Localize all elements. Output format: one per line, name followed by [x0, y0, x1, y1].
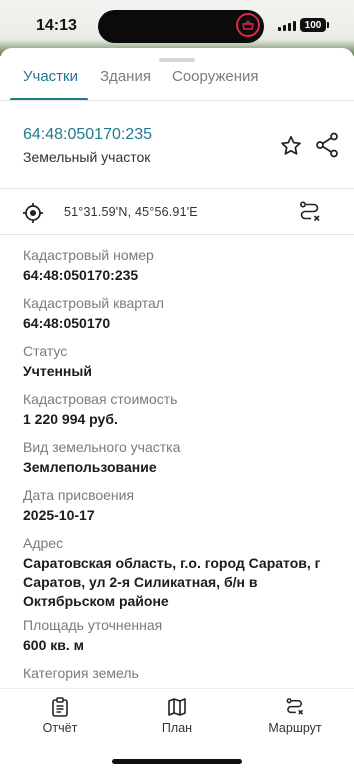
route-button-label: Маршрут [268, 721, 322, 735]
tab-structures[interactable]: Сооружения [172, 68, 259, 85]
favorite-star-icon[interactable] [279, 134, 303, 158]
field-value: Учтенный [23, 363, 92, 379]
sheet-drag-handle[interactable] [159, 58, 195, 62]
status-time: 14:13 [36, 17, 77, 34]
field-label: Кадастровый номер [23, 247, 154, 263]
locate-target-icon[interactable] [22, 202, 44, 224]
recording-indicator-icon [236, 13, 260, 37]
home-indicator [112, 759, 242, 764]
field-status: Статус Учтенный [23, 343, 335, 381]
route-icon [286, 698, 304, 715]
coordinates-divider [0, 234, 354, 235]
signal-icon [278, 21, 296, 31]
field-cadastral-value: Кадастровая стоимость 1 220 994 руб. [23, 391, 335, 429]
plan-button[interactable]: План [154, 697, 200, 735]
field-label: Адрес [23, 535, 64, 551]
field-assignment-date: Дата присвоения 2025-10-17 [23, 487, 335, 525]
bottom-action-bar: Отчёт План Маршрут [0, 688, 354, 768]
field-label: Кадастровый квартал [23, 295, 164, 311]
field-land-category: Категория земель [23, 665, 335, 684]
report-button-label: Отчёт [42, 721, 78, 735]
field-cadastral-number: Кадастровый номер 64:48:050170:235 [23, 247, 335, 285]
field-value: Землепользование [23, 459, 157, 475]
tab-buildings[interactable]: Здания [100, 68, 151, 85]
tabs-divider [0, 100, 354, 101]
plan-button-label: План [161, 721, 193, 735]
report-button[interactable]: Отчёт [38, 697, 82, 735]
field-value: Саратовская область, г.о. город Саратов,… [23, 555, 321, 609]
field-address: Адрес Саратовская область, г.о. город Са… [23, 535, 341, 611]
parcel-cadastral-link[interactable]: 64:48:050170:235 [23, 126, 152, 144]
dynamic-island [98, 10, 264, 43]
parcel-type: Земельный участок [23, 149, 151, 165]
share-icon[interactable] [315, 132, 339, 158]
tab-parcels[interactable]: Участки [23, 68, 78, 85]
field-area: Площадь уточненная 600 кв. м [23, 617, 335, 655]
field-value: 64:48:050170:235 [23, 267, 139, 283]
field-label: Вид земельного участка [23, 439, 181, 455]
map-icon [168, 698, 186, 716]
coordinates-row: 51°31.59'N, 45°56.91'E [0, 189, 354, 235]
battery-icon: 100 [300, 18, 329, 32]
route-button[interactable]: Маршрут [262, 697, 328, 735]
field-label: Дата присвоения [23, 487, 135, 503]
field-label: Категория земель [23, 665, 139, 681]
property-info-sheet: Участки Здания Сооружения 64:48:050170:2… [0, 48, 354, 688]
clipboard-icon [52, 697, 68, 717]
field-parcel-kind: Вид земельного участка Землепользование [23, 439, 335, 477]
field-cadastral-quarter: Кадастровый квартал 64:48:050170 [23, 295, 335, 333]
field-value: 1 220 994 руб. [23, 411, 118, 427]
route-icon[interactable] [298, 200, 322, 224]
coordinates-text: 51°31.59'N, 45°56.91'E [64, 205, 198, 219]
field-value: 64:48:050170 [23, 315, 111, 331]
field-label: Статус [23, 343, 68, 359]
field-label: Площадь уточненная [23, 617, 163, 633]
battery-level: 100 [304, 19, 322, 31]
category-tabs: Участки Здания Сооружения [0, 66, 354, 102]
field-label: Кадастровая стоимость [23, 391, 178, 407]
field-value: 2025-10-17 [23, 507, 95, 523]
field-value: 600 кв. м [23, 637, 84, 653]
